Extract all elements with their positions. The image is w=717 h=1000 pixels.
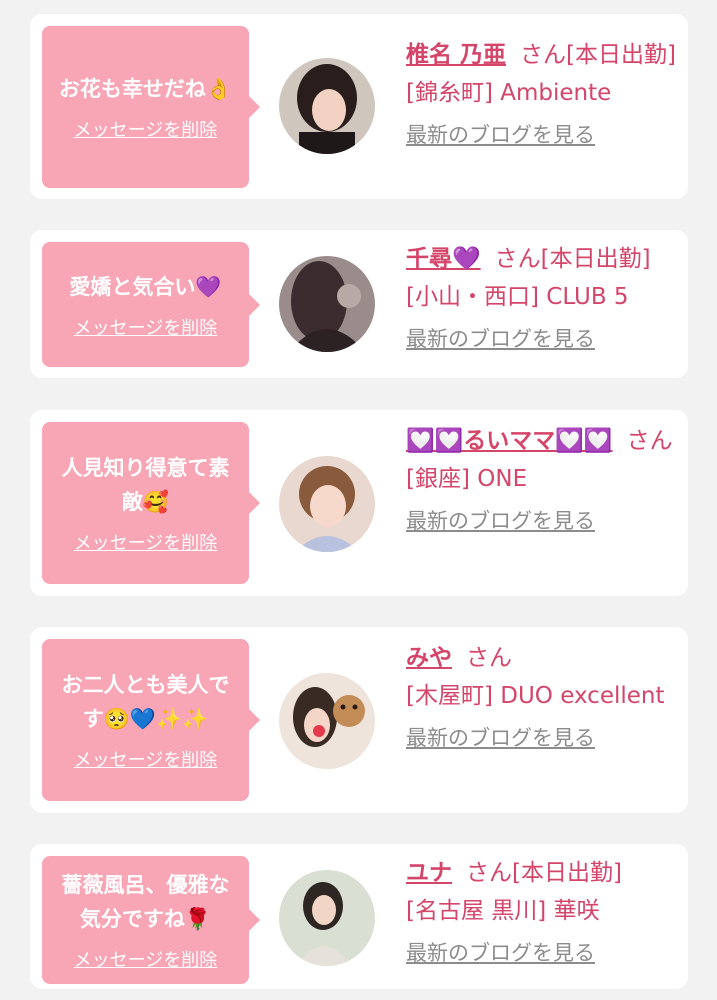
shop-text: [木屋町] DUO excellent — [406, 683, 665, 709]
avatar[interactable] — [279, 58, 375, 154]
latest-blog-link[interactable]: 最新のブログを見る — [406, 719, 595, 757]
message-card: お花も幸せだね👌 メッセージを削除 椎名 乃亜 さん[本日出勤] [錦糸町] Am… — [30, 14, 688, 199]
message-card: 人見知り得意て素敵🥰 メッセージを削除 💟💟るいママ💟💟 さん [銀座] ONE … — [30, 410, 688, 596]
name-suffix: さん[本日出勤] — [466, 860, 622, 886]
avatar[interactable] — [279, 456, 375, 552]
message-card: 愛嬌と気合い💜 メッセージを削除 千尋💜 さん[本日出勤] [小山・西口] CLU… — [30, 230, 688, 378]
latest-blog-link[interactable]: 最新のブログを見る — [406, 116, 595, 154]
avatar[interactable] — [279, 870, 375, 966]
name-suffix: さん[本日出勤] — [520, 42, 676, 68]
profile-info: みや さん [木屋町] DUO excellent 最新のブログを見る — [406, 639, 682, 757]
message-text: 人見知り得意て素敵🥰 — [61, 456, 230, 514]
message-card: 薔薇風呂、優雅な気分ですね🌹 メッセージを削除 ユナ さん[本日出勤] [名古屋 … — [30, 844, 688, 989]
message-bubble: お花も幸せだね👌 メッセージを削除 — [42, 26, 260, 188]
name-suffix: さん[本日出勤] — [494, 246, 651, 272]
name-suffix: さん — [466, 645, 512, 671]
message-text: お二人とも美人です🥺💙✨✨ — [61, 673, 230, 731]
shop-text: [名古屋 黒川] 華咲 — [406, 898, 600, 924]
profile-name-link[interactable]: 椎名 乃亜 — [406, 42, 506, 68]
message-text: 薔薇風呂、優雅な気分ですね🌹 — [61, 873, 230, 931]
delete-message-link[interactable]: メッセージを削除 — [74, 116, 218, 142]
latest-blog-link[interactable]: 最新のブログを見る — [406, 320, 595, 358]
message-list: お花も幸せだね👌 メッセージを削除 椎名 乃亜 さん[本日出勤] [錦糸町] Am… — [0, 0, 717, 1000]
message-bubble: 薔薇風呂、優雅な気分ですね🌹 メッセージを削除 — [42, 856, 260, 984]
profile-name-link[interactable]: 千尋💜 — [406, 246, 481, 272]
shop-text: [銀座] ONE — [406, 466, 528, 492]
message-bubble: お二人とも美人です🥺💙✨✨ メッセージを削除 — [42, 639, 260, 801]
profile-info: ユナ さん[本日出勤] [名古屋 黒川] 華咲 最新のブログを見る — [406, 854, 682, 972]
delete-message-link[interactable]: メッセージを削除 — [74, 946, 218, 972]
profile-info: 椎名 乃亜 さん[本日出勤] [錦糸町] Ambiente 最新のブログを見る — [406, 36, 682, 154]
profile-info: 千尋💜 さん[本日出勤] [小山・西口] CLUB 5 最新のブログを見る — [406, 240, 682, 358]
latest-blog-link[interactable]: 最新のブログを見る — [406, 502, 595, 540]
avatar[interactable] — [279, 256, 375, 352]
message-text: お花も幸せだね👌 — [58, 77, 233, 101]
profile-name-link[interactable]: ユナ — [406, 860, 452, 886]
message-bubble: 愛嬌と気合い💜 メッセージを削除 — [42, 242, 260, 367]
avatar[interactable] — [279, 673, 375, 769]
latest-blog-link[interactable]: 最新のブログを見る — [406, 934, 595, 972]
profile-name-link[interactable]: みや — [406, 645, 452, 671]
profile-info: 💟💟るいママ💟💟 さん [銀座] ONE 最新のブログを見る — [406, 422, 682, 540]
delete-message-link[interactable]: メッセージを削除 — [74, 314, 218, 340]
shop-text: [錦糸町] Ambiente — [406, 80, 612, 106]
message-bubble: 人見知り得意て素敵🥰 メッセージを削除 — [42, 422, 260, 584]
message-text: 愛嬌と気合い💜 — [69, 274, 222, 299]
delete-message-link[interactable]: メッセージを削除 — [74, 746, 218, 772]
profile-name-link[interactable]: 💟💟るいママ💟💟 — [406, 428, 613, 454]
name-suffix: さん — [626, 428, 673, 454]
delete-message-link[interactable]: メッセージを削除 — [74, 529, 218, 555]
shop-text: [小山・西口] CLUB 5 — [406, 284, 629, 310]
message-card: お二人とも美人です🥺💙✨✨ メッセージを削除 みや さん [木屋町] DUO ex… — [30, 627, 688, 813]
